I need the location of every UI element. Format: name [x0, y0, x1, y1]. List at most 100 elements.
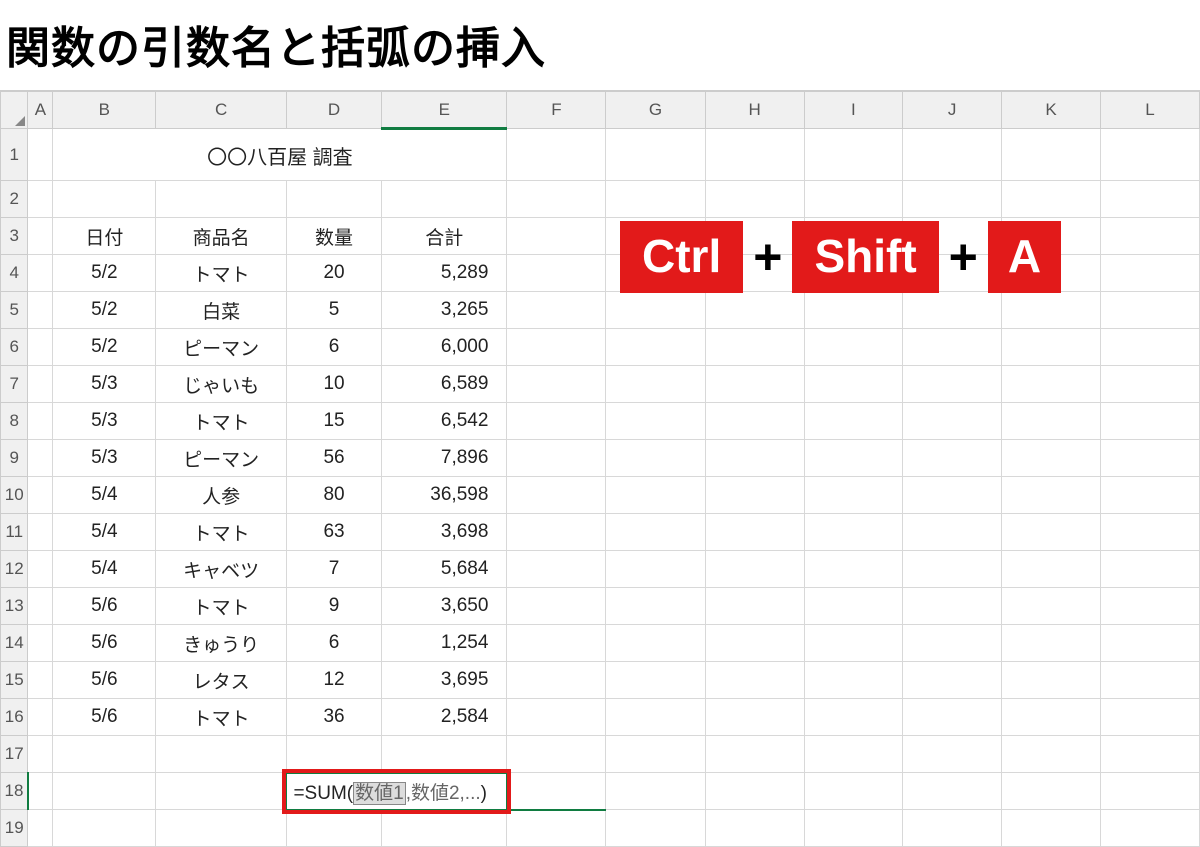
- cell[interactable]: [705, 477, 804, 514]
- cell-total[interactable]: 6,000: [382, 329, 507, 366]
- cell-date[interactable]: 5/4: [53, 477, 156, 514]
- cell[interactable]: [606, 625, 705, 662]
- cell[interactable]: [705, 403, 804, 440]
- survey-title-cell[interactable]: 〇〇八百屋 調査: [53, 129, 507, 181]
- row-header-15[interactable]: 15: [1, 662, 28, 699]
- cell[interactable]: [705, 129, 804, 181]
- cell-total[interactable]: 2,584: [382, 699, 507, 736]
- cell[interactable]: [804, 403, 903, 440]
- cell-product[interactable]: トマト: [156, 588, 287, 625]
- cell[interactable]: [1101, 440, 1200, 477]
- cell[interactable]: [606, 181, 705, 218]
- cell-qty[interactable]: 6: [286, 625, 381, 662]
- cell[interactable]: [606, 366, 705, 403]
- cell[interactable]: [1001, 329, 1100, 366]
- cell[interactable]: [1001, 292, 1100, 329]
- cell[interactable]: [1001, 699, 1100, 736]
- row-header-7[interactable]: 7: [1, 366, 28, 403]
- cell-total[interactable]: 3,698: [382, 514, 507, 551]
- cell-total[interactable]: 5,289: [382, 255, 507, 292]
- cell[interactable]: [705, 181, 804, 218]
- cell-total[interactable]: 36,598: [382, 477, 507, 514]
- cell[interactable]: [507, 292, 606, 329]
- cell-product[interactable]: トマト: [156, 699, 287, 736]
- cell[interactable]: [382, 736, 507, 773]
- cell-product[interactable]: 人参: [156, 477, 287, 514]
- cell[interactable]: [28, 736, 53, 773]
- cell[interactable]: [1101, 773, 1200, 810]
- col-header-D[interactable]: D: [286, 92, 381, 129]
- cell[interactable]: [804, 736, 903, 773]
- cell[interactable]: [1001, 403, 1100, 440]
- cell[interactable]: [507, 255, 606, 292]
- cell[interactable]: [804, 773, 903, 810]
- cell[interactable]: [804, 477, 903, 514]
- cell[interactable]: [606, 810, 705, 847]
- row-header-12[interactable]: 12: [1, 551, 28, 588]
- cell[interactable]: [903, 810, 1002, 847]
- cell[interactable]: [804, 662, 903, 699]
- cell[interactable]: [53, 736, 156, 773]
- cell[interactable]: [507, 551, 606, 588]
- cell[interactable]: [903, 625, 1002, 662]
- cell[interactable]: [1001, 477, 1100, 514]
- cell[interactable]: [804, 292, 903, 329]
- cell[interactable]: [705, 329, 804, 366]
- cell[interactable]: [28, 662, 53, 699]
- cell[interactable]: [804, 551, 903, 588]
- cell-total[interactable]: 3,650: [382, 588, 507, 625]
- cell[interactable]: [1101, 551, 1200, 588]
- cell[interactable]: [28, 218, 53, 255]
- cell-product[interactable]: きゅうり: [156, 625, 287, 662]
- row-header-13[interactable]: 13: [1, 588, 28, 625]
- cell-total[interactable]: 3,695: [382, 662, 507, 699]
- cell[interactable]: [156, 181, 287, 218]
- cell-date[interactable]: 5/4: [53, 514, 156, 551]
- cell-product[interactable]: じゃいも: [156, 366, 287, 403]
- header-product[interactable]: 商品名: [156, 218, 287, 255]
- cell-qty[interactable]: 36: [286, 699, 381, 736]
- cell[interactable]: [1001, 514, 1100, 551]
- cell-qty[interactable]: 20: [286, 255, 381, 292]
- cell[interactable]: [705, 440, 804, 477]
- cell[interactable]: [705, 625, 804, 662]
- cell[interactable]: [28, 329, 53, 366]
- cell[interactable]: [28, 181, 53, 218]
- row-header-3[interactable]: 3: [1, 218, 28, 255]
- cell[interactable]: [507, 588, 606, 625]
- cell[interactable]: [903, 329, 1002, 366]
- col-header-E[interactable]: E: [382, 92, 507, 129]
- cell[interactable]: [28, 551, 53, 588]
- cell-total[interactable]: 1,254: [382, 625, 507, 662]
- cell-date[interactable]: 5/4: [53, 551, 156, 588]
- cell[interactable]: [382, 810, 507, 847]
- cell-qty[interactable]: 7: [286, 551, 381, 588]
- cell[interactable]: [286, 736, 381, 773]
- cell[interactable]: [1001, 662, 1100, 699]
- row-header-9[interactable]: 9: [1, 440, 28, 477]
- header-date[interactable]: 日付: [53, 218, 156, 255]
- cell[interactable]: [156, 736, 287, 773]
- cell[interactable]: [1101, 292, 1200, 329]
- cell[interactable]: [507, 699, 606, 736]
- cell-product[interactable]: トマト: [156, 403, 287, 440]
- cell[interactable]: [28, 514, 53, 551]
- cell[interactable]: [1101, 329, 1200, 366]
- cell[interactable]: [1101, 129, 1200, 181]
- header-qty[interactable]: 数量: [286, 218, 381, 255]
- row-header-4[interactable]: 4: [1, 255, 28, 292]
- cell-product[interactable]: キャベツ: [156, 551, 287, 588]
- cell-date[interactable]: 5/2: [53, 255, 156, 292]
- cell-date[interactable]: 5/6: [53, 588, 156, 625]
- cell[interactable]: [1101, 403, 1200, 440]
- cell[interactable]: [28, 773, 53, 810]
- cell[interactable]: [507, 329, 606, 366]
- cell-date[interactable]: 5/3: [53, 366, 156, 403]
- cell[interactable]: [1101, 810, 1200, 847]
- cell[interactable]: [507, 514, 606, 551]
- cell[interactable]: [705, 699, 804, 736]
- cell[interactable]: [705, 551, 804, 588]
- cell-total[interactable]: 3,265: [382, 292, 507, 329]
- cell[interactable]: [507, 773, 606, 810]
- cell[interactable]: [606, 129, 705, 181]
